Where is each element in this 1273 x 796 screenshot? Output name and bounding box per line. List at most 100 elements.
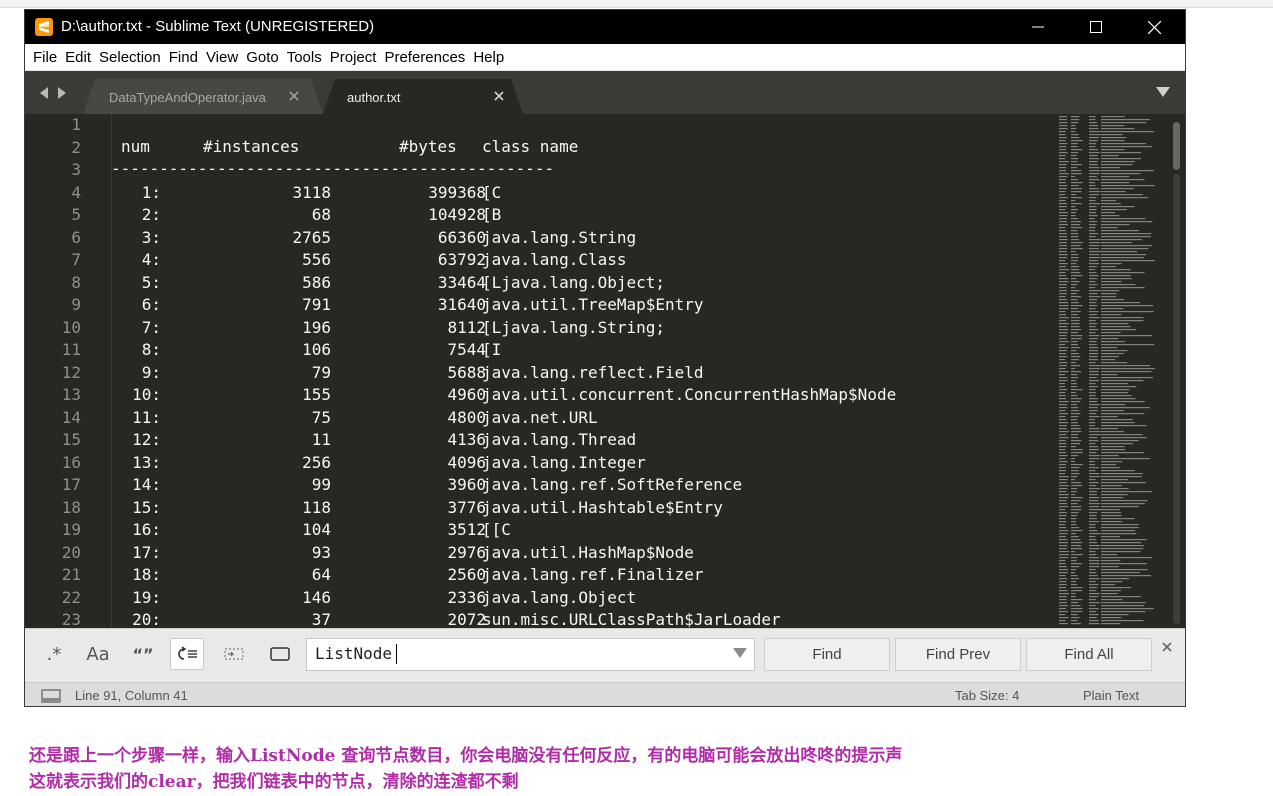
minimap-line (1101, 452, 1144, 454)
minimap-line (1059, 188, 1067, 190)
minimap-line (1101, 461, 1123, 463)
title-bar[interactable]: D:\author.txt - Sublime Text (UNREGISTER… (25, 10, 1185, 44)
menu-file[interactable]: File (33, 49, 64, 66)
menu-help[interactable]: Help (473, 49, 511, 66)
minimap-line (1101, 194, 1143, 196)
minimap-line (1071, 431, 1082, 433)
minimize-button[interactable] (1009, 10, 1067, 44)
minimap-line (1089, 449, 1099, 451)
minimap-line (1089, 413, 1097, 415)
scrollbar-track[interactable] (1173, 174, 1180, 624)
minimap-line (1071, 593, 1076, 595)
tab-dropdown-icon[interactable] (1156, 87, 1170, 97)
minimap-line (1089, 500, 1099, 502)
minimap-line (1071, 410, 1079, 412)
minimap-line (1071, 332, 1079, 334)
minimap-line (1059, 518, 1066, 520)
menu-project[interactable]: Project (330, 49, 384, 66)
minimap[interactable] (1057, 114, 1167, 628)
code-area[interactable]: num #instances #bytes class name -------… (111, 114, 1071, 628)
tab-author-txt[interactable]: author.txt (323, 79, 523, 114)
minimap-line (1089, 551, 1096, 553)
minimap-line (1059, 527, 1067, 529)
minimap-line (1071, 611, 1083, 613)
minimap-line (1101, 125, 1125, 127)
syntax-indicator[interactable]: Plain Text (1083, 688, 1139, 703)
find-prev-button[interactable]: Find Prev (895, 638, 1021, 671)
minimap-line (1101, 545, 1144, 547)
minimap-line (1089, 332, 1096, 334)
row-instances: 93 (311, 542, 331, 562)
minimap-line (1089, 587, 1098, 589)
editor-pane[interactable]: 1 2 3 4 5 6 7 8 9 10 11 12 13 14 15 16 17 18 19 20 21 22 23 nu… (25, 114, 1185, 628)
minimap-line (1059, 293, 1067, 295)
minimap-line (1089, 401, 1098, 403)
minimap-line (1059, 338, 1067, 340)
minimap-line (1101, 518, 1135, 520)
minimap-line (1089, 410, 1098, 412)
menu-goto[interactable]: Goto (246, 49, 286, 66)
menu-tools[interactable]: Tools (287, 49, 329, 66)
find-all-button[interactable]: Find All (1026, 638, 1152, 671)
minimap-line (1071, 467, 1080, 469)
line-number: 20 (61, 542, 81, 562)
minimap-line (1059, 260, 1066, 262)
minimap-line (1059, 560, 1066, 562)
minimap-line (1089, 290, 1101, 292)
minimap-line (1101, 611, 1146, 613)
minimap-line (1071, 551, 1076, 553)
minimap-line (1071, 602, 1079, 604)
minimap-line (1059, 590, 1068, 592)
minimap-line (1101, 326, 1131, 328)
highlight-matches-toggle-button[interactable] (263, 638, 297, 670)
minimap-line (1071, 161, 1078, 163)
minimap-line (1101, 335, 1152, 337)
find-history-dropdown-icon[interactable] (733, 648, 747, 658)
scrollbar-thumb[interactable] (1173, 122, 1180, 170)
tab-close-icon[interactable] (288, 90, 300, 102)
minimap-line (1101, 302, 1141, 304)
minimap-line (1101, 587, 1132, 589)
wrap-toggle-button[interactable] (170, 638, 204, 670)
minimap-line (1089, 242, 1101, 244)
minimap-line (1071, 185, 1079, 187)
minimap-line (1089, 425, 1096, 427)
minimap-line (1071, 404, 1078, 406)
menu-selection[interactable]: Selection (99, 49, 168, 66)
tab-datatypeandoperator[interactable]: DataTypeAndOperator.java (83, 79, 323, 114)
minimap-line (1059, 248, 1068, 250)
menu-preferences[interactable]: Preferences (384, 49, 472, 66)
minimap-line (1101, 389, 1130, 391)
menu-view[interactable]: View (206, 49, 245, 66)
close-find-panel-icon[interactable] (1161, 641, 1173, 653)
minimap-line (1059, 611, 1068, 613)
line-number: 6 (71, 227, 81, 247)
tab-navigation-arrows[interactable] (38, 85, 70, 101)
caption-line-2: 这就表示我们的clear，把我们链表中的节点，清除的连渣都不剩 (29, 772, 519, 792)
minimap-line (1089, 560, 1100, 562)
menu-edit[interactable]: Edit (65, 49, 98, 66)
minimap-line (1071, 539, 1081, 541)
minimap-line (1071, 476, 1078, 478)
panel-switcher-icon[interactable] (41, 689, 61, 703)
minimap-line (1089, 281, 1096, 283)
find-button[interactable]: Find (764, 638, 890, 671)
menu-find[interactable]: Find (169, 49, 205, 66)
row-num: 16: (132, 520, 161, 539)
in-selection-toggle-button[interactable] (217, 638, 251, 670)
row-class-name: java.lang.ref.Finalizer (482, 565, 704, 584)
tab-size-indicator[interactable]: Tab Size: 4 (955, 688, 1019, 703)
minimap-line (1071, 281, 1080, 283)
minimap-line (1101, 467, 1120, 469)
minimap-line (1059, 323, 1069, 325)
maximize-button[interactable] (1067, 10, 1125, 44)
minimap-line (1059, 164, 1067, 166)
find-input[interactable]: ListNode (306, 638, 755, 671)
minimap-line (1071, 521, 1076, 523)
whole-word-toggle-button[interactable]: “” (126, 638, 160, 670)
close-window-button[interactable] (1125, 10, 1183, 44)
row-class-name: java.util.HashMap$Node (482, 542, 694, 562)
case-sensitive-toggle-button[interactable]: Aa (81, 638, 115, 670)
regex-toggle-button[interactable]: .* (37, 638, 71, 670)
tab-close-icon[interactable] (493, 90, 505, 102)
